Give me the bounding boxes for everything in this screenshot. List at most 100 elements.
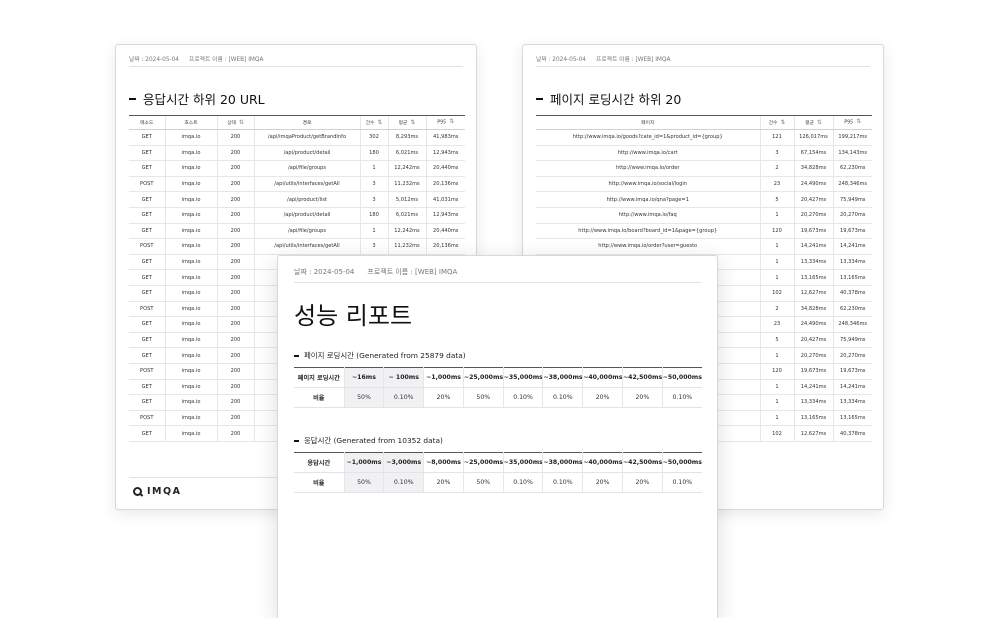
table-cell: 200 bbox=[216, 160, 254, 177]
table-cell: 126,017ms bbox=[793, 129, 833, 146]
ratio-cell: 20% bbox=[582, 387, 623, 408]
table-row: POST imqa.io 200/api/utils/interfaces/getA… bbox=[129, 176, 465, 193]
table-cell: imqa.io bbox=[164, 223, 217, 240]
ratio-cell: 20% bbox=[423, 387, 464, 408]
table-cell: 6,021ms bbox=[387, 207, 426, 224]
table-cell: 200 bbox=[216, 269, 254, 286]
ratio-cell: 0.10% bbox=[542, 387, 583, 408]
table-cell: http://www.imqa.io/order?user=guesto bbox=[536, 238, 760, 255]
table-cell: 20,136ms bbox=[425, 176, 465, 193]
table-cell: imqa.io bbox=[164, 301, 217, 318]
column-header-label: 호스트 bbox=[184, 121, 198, 126]
table-cell: 62,230ms bbox=[832, 160, 872, 177]
table-row: http://www.imqa.io/cart 3 67,154ms 134,143m… bbox=[536, 145, 872, 162]
subtitle-dash bbox=[294, 439, 299, 442]
table-cell: 200 bbox=[216, 425, 254, 442]
page-header: 날짜 : 2024-05-04 프로젝트 이름 : [WEB] IMQA bbox=[129, 54, 263, 63]
table-cell: /api/product/detail bbox=[253, 145, 360, 162]
table-cell: 200 bbox=[216, 207, 254, 224]
sort-icon[interactable]: ⇅ bbox=[239, 119, 244, 126]
table-cell: GET bbox=[129, 394, 165, 411]
table-cell: /api/product/list bbox=[253, 191, 360, 208]
ratio-cell: 0.10% bbox=[661, 472, 702, 493]
table-row: GET imqa.io 200/api/product/detail 180 6,021… bbox=[129, 207, 465, 224]
table-cell: imqa.io bbox=[164, 160, 217, 177]
table-cell: 11,232ms bbox=[387, 238, 426, 255]
ratio-cell: 0.10% bbox=[502, 387, 543, 408]
table-cell: 13,165ms bbox=[832, 269, 872, 286]
table-cell: 248,346ms bbox=[832, 176, 872, 193]
page-header: 날짜 : 2024-05-04 프로젝트 이름 : [WEB] IMQA bbox=[536, 54, 670, 63]
table-cell: 200 bbox=[216, 191, 254, 208]
column-header: 페이지 bbox=[536, 115, 760, 130]
table-row: GET imqa.io 200/api/imqaProduct/getBrandIn… bbox=[129, 129, 465, 146]
table-cell: 75,949ms bbox=[832, 191, 872, 208]
sort-icon[interactable]: ⇅ bbox=[856, 119, 861, 125]
column-header: 상태 ⇅ bbox=[216, 115, 254, 130]
table-row: GET imqa.io 200/api/file/groups 1 12,242ms 20… bbox=[129, 160, 465, 177]
table-cell: 13,334ms bbox=[832, 394, 872, 411]
table-cell: imqa.io bbox=[164, 238, 217, 255]
date-label: 날짜 : 2024-05-04 bbox=[294, 268, 355, 276]
table-cell: imqa.io bbox=[164, 176, 217, 193]
range-header: ~50,000ms bbox=[661, 367, 702, 388]
header-divider bbox=[536, 66, 870, 67]
table-cell: http://www.imqa.io/cart bbox=[536, 145, 760, 162]
ratio-cell: 50% bbox=[462, 387, 504, 408]
table-cell: 13,334ms bbox=[793, 254, 833, 271]
table-cell: 2 bbox=[759, 160, 794, 177]
sort-icon[interactable]: ⇅ bbox=[817, 119, 822, 126]
table-row: GET imqa.io 200/api/product/detail 180 6,021… bbox=[129, 145, 465, 162]
header-divider bbox=[129, 66, 463, 67]
range-header: ~16ms bbox=[343, 367, 384, 388]
table-cell: 20,427ms bbox=[793, 191, 833, 208]
range-header: ~42,500ms bbox=[621, 367, 663, 388]
table-cell: 20,427ms bbox=[793, 332, 833, 349]
table-cell: /api/utils/interfaces/getAll bbox=[253, 238, 360, 255]
column-header-label: 평균 bbox=[398, 121, 408, 126]
table-cell: 102 bbox=[759, 425, 794, 442]
column-header: 호스트 bbox=[164, 115, 217, 130]
table-row: http://www.imqa.io/social/login 23 24,490m… bbox=[536, 176, 872, 193]
table-row: http://www.imqa.io/order?user=guesto 1 14,… bbox=[536, 238, 872, 255]
table-row: GET imqa.io 200/api/product/list 3 5,012ms 41… bbox=[129, 191, 465, 208]
range-header: ~1,000ms bbox=[423, 367, 464, 388]
range-header: ~40,000ms bbox=[582, 367, 623, 388]
sort-icon[interactable]: ⇅ bbox=[410, 119, 415, 126]
column-header-label: 메소드 bbox=[140, 121, 154, 126]
ratio-cell: 20% bbox=[621, 472, 663, 493]
column-header: P95 ⇅ bbox=[832, 115, 872, 130]
table-cell: 12,627ms bbox=[793, 285, 833, 302]
table-cell: imqa.io bbox=[164, 394, 217, 411]
table-cell: 12,242ms bbox=[387, 223, 426, 240]
sort-icon[interactable]: ⇅ bbox=[377, 119, 382, 126]
table-row: http://www.imqa.io/goods?cate_id=1&produ… bbox=[536, 129, 872, 146]
logo-text: IMQA bbox=[147, 486, 182, 497]
table-cell: 20,270ms bbox=[832, 207, 872, 224]
table-cell: 20,136ms bbox=[425, 238, 465, 255]
table-cell: 1 bbox=[759, 347, 794, 364]
table-cell: 40,378ms bbox=[832, 425, 872, 442]
table-cell: 180 bbox=[359, 145, 388, 162]
ratio-cell: 0.10% bbox=[383, 387, 424, 408]
table-cell: 19,673ms bbox=[832, 223, 872, 240]
sort-icon[interactable]: ⇅ bbox=[780, 119, 785, 126]
table-cell: 6,021ms bbox=[387, 145, 426, 162]
table-cell: 1 bbox=[759, 269, 794, 286]
title-dash bbox=[536, 97, 543, 100]
column-header-label: 경로 bbox=[302, 121, 312, 126]
table-cell: 200 bbox=[216, 347, 254, 364]
table-cell: 12,242ms bbox=[387, 160, 426, 177]
table-cell: GET bbox=[129, 223, 165, 240]
section-title-text: 응답시간 하위 20 URL bbox=[143, 92, 265, 107]
table-cell: GET bbox=[129, 316, 165, 333]
table-cell: 19,673ms bbox=[793, 223, 833, 240]
imqa-logo: IMQA bbox=[133, 486, 181, 497]
range-header: ~35,000ms bbox=[502, 452, 543, 473]
table-cell: 134,143ms bbox=[832, 145, 872, 162]
table-cell: 200 bbox=[216, 129, 254, 146]
table-cell: 200 bbox=[216, 238, 254, 255]
table-cell: 5 bbox=[759, 332, 794, 349]
table-cell: imqa.io bbox=[164, 191, 217, 208]
sort-icon[interactable]: ⇅ bbox=[449, 119, 454, 125]
